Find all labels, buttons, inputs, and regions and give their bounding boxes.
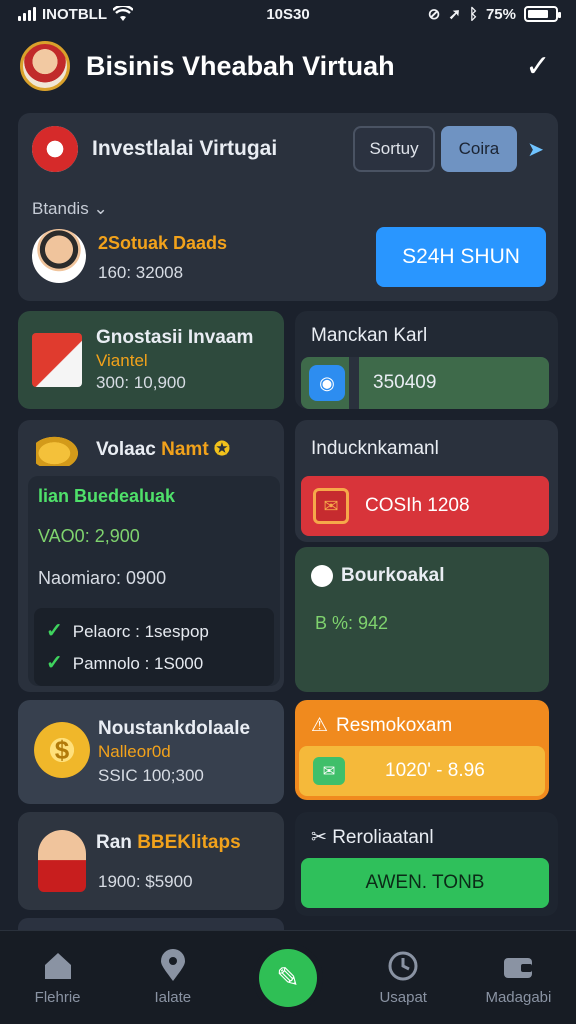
manc-card: Manckan Karl ◉ 350409 [295,311,558,409]
tools-icon: ✂ [311,827,327,848]
location-icon: ➚ [448,6,461,23]
card-value: 300: 10,900 [96,373,186,392]
invd-value-bar[interactable]: ✉ COSIh 1208 [301,476,549,536]
clock-icon [388,951,418,981]
noust-card[interactable]: $ Noustankdolaale Nalleor0d SSIC 100;300 [18,700,284,804]
nav-compose[interactable]: ✎ [230,931,345,1024]
brand-logo-icon [32,126,78,172]
card-value: 1020' - 8.96 [385,760,485,781]
home-icon [44,953,71,979]
list-item[interactable]: ✓ Pelaorc : 1sespop [46,618,209,643]
card-value: SSIC 100;300 [98,766,204,785]
gift-box-icon [32,333,82,387]
hero-name: 2Sotuak Daads [98,233,228,253]
page-title: Bisinis Vheabah Virtuah [86,50,395,81]
check-icon: ✓ [46,652,63,674]
app-header: Bisinis Vheabah Virtuah ✓ [0,28,576,104]
card-title: Ran BBEKlitaps [96,832,241,853]
wallet-icon [504,958,533,978]
card-subtitle: Viantel [96,351,148,370]
envelope-icon: ✉ [313,757,345,785]
nav-location[interactable]: Ialate [115,931,230,1024]
arrow-right-icon[interactable]: ➤ [527,137,544,162]
resm-value-bar[interactable]: ✉ 1020' - 8.96 [299,746,545,796]
detail-line: VAO0: 2,900 [38,526,140,546]
check-icon[interactable]: ✓ [520,48,556,84]
card-title: Bourkoakal [341,565,445,586]
wifi-icon [113,6,133,21]
card-title: ✂ Reroliaatanl [311,827,434,848]
volaac-details: lian Buedealuak VAO0: 2,900 Naomiaro: 09… [28,476,280,686]
hero-title: Investlalai Virtugai [92,137,278,160]
person-avatar [38,830,86,892]
carrier-label: INOTBLL [42,5,107,23]
card-subtitle: Nalleor0d [98,742,171,761]
manc-value-bar[interactable]: ◉ 350409 [301,357,549,409]
card-title: Inducknkamanl [311,438,439,459]
volaac-card: Volaac Namt ✪ lian Buedealuak VAO0: 2,90… [18,420,284,692]
highlight-text: lian Buedealuak [38,486,176,506]
nav-label: Flehrie [34,989,81,1006]
nav-home[interactable]: Flehrie [0,931,115,1024]
coin-button[interactable]: Coira [440,126,518,172]
mail-icon: ✉ [313,488,349,524]
bourk-card[interactable]: Bourkoakal B %: 942 [295,547,549,692]
alarm-icon: ⊘ [427,6,441,23]
bottom-nav: Flehrie Ialate ✎ Usapat Madagabi [0,930,576,1024]
bluetooth-icon: ᛒ [468,5,478,23]
section-dropdown[interactable]: Btandis ⌄ [32,199,108,219]
dollar-coin-icon: $ [34,722,90,778]
coins-icon [36,434,82,466]
warning-icon: ⚠ [311,715,329,736]
card-title: Manckan Karl [311,325,428,346]
nav-label: Usapat [379,989,427,1006]
nav-label: Madagabi [485,989,552,1006]
check-icon: ✓ [46,620,63,642]
nav-label: Ialate [154,989,192,1006]
person-avatar [32,229,86,283]
resm-card: ⚠ Resmokoxam ✉ 1020' - 8.96 [295,700,549,800]
hero-value: 160: 32008 [98,263,184,282]
nav-wallet[interactable]: Madagabi [461,931,576,1024]
investment-hero-card: Investlalai Virtugai Sortuy Coira ➤ Btan… [18,113,558,301]
verified-badge-icon: ✪ [213,439,230,460]
hero-action-button[interactable]: S24H SHUN [376,227,546,287]
gnost-card[interactable]: Gnostasii Invaam Viantel 300: 10,900 [18,311,284,409]
clock: 10S30 [266,5,310,23]
card-value: 1900: $5900 [98,872,193,891]
signal-icon [18,7,36,21]
chevron-down-icon: ⌄ [93,199,108,218]
card-value: 350409 [373,372,437,393]
nav-history[interactable]: Usapat [346,931,461,1024]
card-title: Noustankdolaale [98,718,251,739]
invd-card: Inducknkamanl ✉ COSIh 1208 [295,420,558,542]
detail-line: Naomiaro: 0900 [38,568,167,588]
card-title: Volaac Namt ✪ [96,439,230,460]
ran-card[interactable]: Ran BBEKlitaps 1900: $5900 [18,812,284,910]
card-title: Gnostasii Invaam [96,327,254,348]
sort-button[interactable]: Sortuy [353,126,435,172]
status-bar: INOTBLL 10S30 ⊘ ➚ ᛒ 75% [0,0,576,28]
list-item[interactable]: ✓ Pamnolo : 1S000 [46,650,203,675]
location-pin-icon [160,949,185,981]
card-value: B %: 942 [315,613,389,633]
card-title: ⚠ Resmokoxam [311,715,453,736]
pen-icon[interactable]: ✎ [259,948,317,1007]
card-value: COSIh 1208 [365,495,470,516]
battery-percent: 75% [485,5,516,23]
relon-card: ✂ Reroliaatanl AWEN. TONB [295,812,558,916]
avatar[interactable] [20,41,70,91]
checklist: ✓ Pelaorc : 1sespop ✓ Pamnolo : 1S000 [34,608,274,686]
location-pin-icon: ◉ [309,365,345,401]
relon-action-button[interactable]: AWEN. TONB [301,858,549,908]
battery-icon [524,6,561,22]
chat-icon [311,565,333,587]
